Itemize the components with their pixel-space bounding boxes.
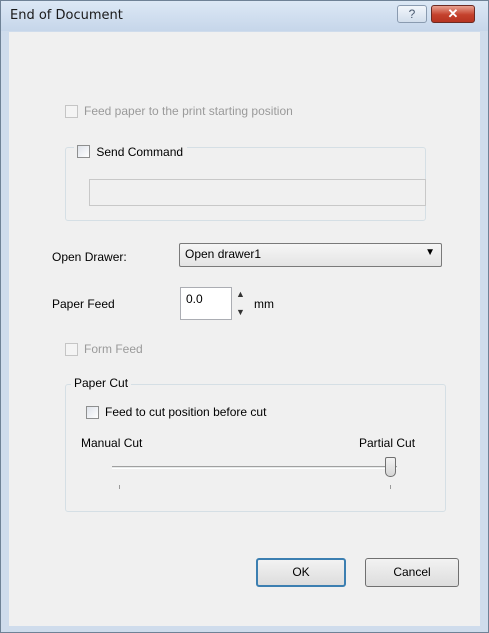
send-command-label: Send Command — [96, 145, 184, 159]
open-drawer-select[interactable]: Open drawer1 ▼ — [179, 243, 442, 267]
feed-before-cut-checkbox[interactable] — [86, 406, 99, 419]
feed-before-cut-label: Feed to cut position before cut — [105, 405, 267, 419]
paper-cut-legend: Paper Cut — [71, 376, 132, 390]
chevron-down-icon: ▼ — [425, 247, 435, 258]
spin-down-icon[interactable]: ▼ — [236, 308, 245, 317]
paper-cut-slider-track[interactable] — [112, 466, 397, 469]
close-icon: ✕ — [447, 6, 459, 21]
help-icon: ? — [408, 7, 416, 21]
cancel-button[interactable]: Cancel — [365, 558, 459, 587]
form-feed-checkbox[interactable] — [65, 343, 78, 356]
dialog-client-area: Feed paper to the print starting positio… — [9, 32, 480, 626]
slider-max-label: Partial Cut — [359, 436, 416, 450]
help-button[interactable]: ? — [397, 5, 427, 23]
paper-feed-label: Paper Feed — [52, 297, 115, 311]
open-drawer-value: Open drawer1 — [185, 247, 262, 261]
window-title: End of Document — [10, 8, 123, 23]
spin-up-icon[interactable]: ▲ — [236, 290, 245, 299]
slider-tick-max — [390, 485, 391, 489]
feed-start-checkbox[interactable] — [65, 105, 78, 118]
title-bar[interactable]: End of Document ? ✕ — [1, 1, 488, 31]
ok-button[interactable]: OK — [256, 558, 346, 587]
paper-feed-unit: mm — [254, 297, 274, 311]
send-command-legend: Send Command — [74, 145, 188, 159]
dialog-window: End of Document ? ✕ Feed paper to the pr… — [0, 0, 489, 633]
feed-start-label: Feed paper to the print starting positio… — [84, 104, 293, 118]
paper-feed-input[interactable]: 0.0 — [180, 287, 232, 320]
slider-tick-min — [119, 485, 120, 489]
open-drawer-label: Open Drawer: — [52, 250, 127, 264]
form-feed-label: Form Feed — [84, 342, 143, 356]
paper-feed-value: 0.0 — [186, 292, 203, 306]
send-command-checkbox[interactable] — [77, 145, 90, 158]
paper-cut-slider-thumb[interactable] — [385, 457, 396, 477]
close-button[interactable]: ✕ — [431, 5, 475, 23]
send-command-input[interactable] — [89, 179, 426, 206]
slider-min-label: Manual Cut — [81, 436, 143, 450]
